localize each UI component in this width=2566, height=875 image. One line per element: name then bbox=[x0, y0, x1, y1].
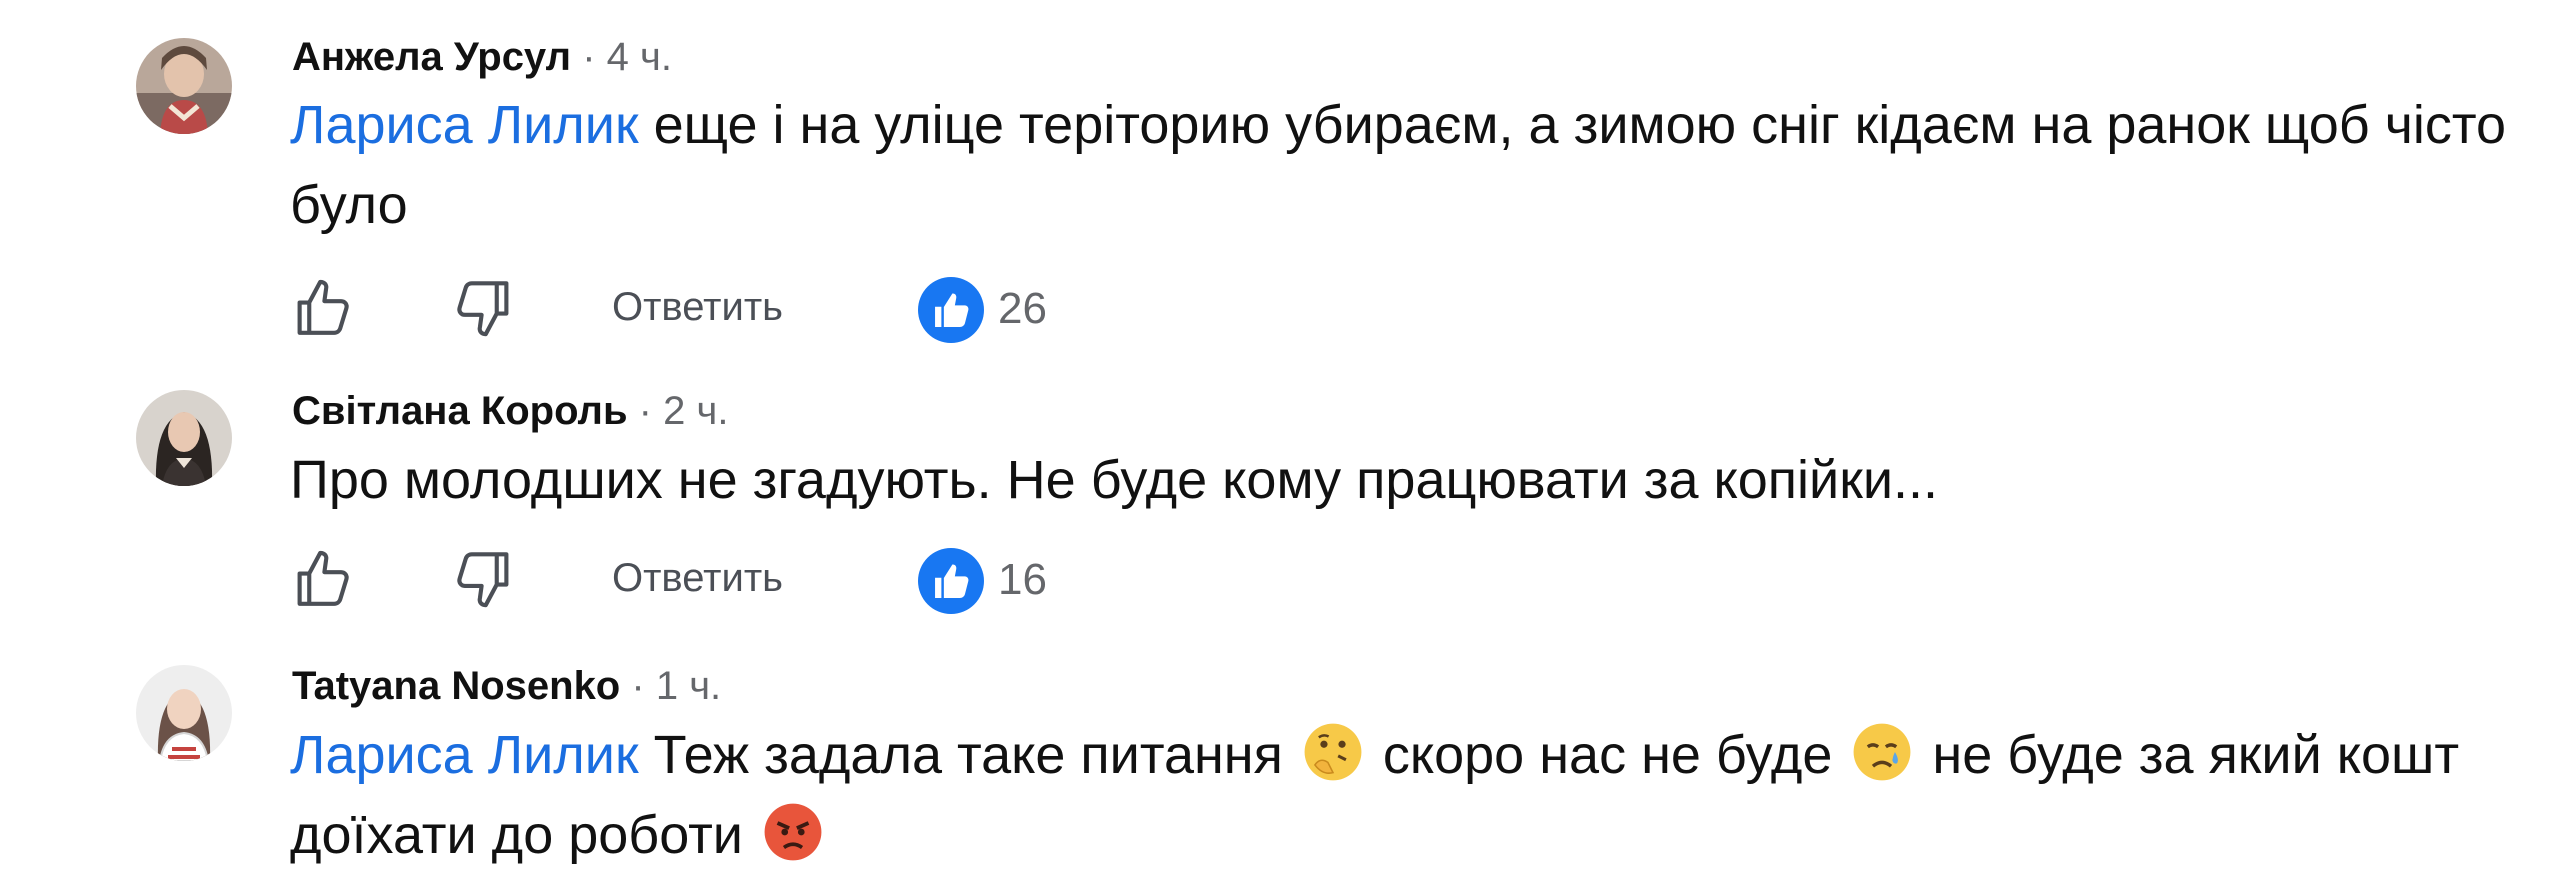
avatar[interactable] bbox=[136, 38, 232, 134]
like-count: 26 bbox=[998, 284, 1047, 333]
like-button[interactable] bbox=[290, 546, 356, 612]
dislike-button[interactable] bbox=[450, 546, 516, 612]
sad-tear-face-emoji bbox=[1854, 723, 1911, 781]
author-name[interactable]: Tatyana Nosenko bbox=[292, 664, 620, 708]
comment-header: Tatyana Nosenko · 1 ч. bbox=[292, 662, 721, 710]
comment-body: Теж задала таке питання bbox=[638, 725, 1298, 785]
comment-text: Лариса Лилик еще і на уліце теріторию уб… bbox=[290, 85, 2530, 245]
like-reaction-icon bbox=[918, 277, 984, 343]
mention-link[interactable]: Лариса Лилик bbox=[290, 725, 639, 785]
thumb-up-icon bbox=[297, 279, 349, 335]
like-count: 16 bbox=[998, 555, 1047, 604]
thumb-up-icon bbox=[297, 550, 349, 606]
author-name[interactable]: Світлана Король bbox=[292, 389, 628, 433]
separator-dot: · bbox=[631, 664, 645, 708]
separator-dot: · bbox=[582, 35, 596, 79]
comment-body: скоро нас не буде bbox=[1367, 725, 1848, 785]
like-button[interactable] bbox=[290, 275, 356, 341]
angry-face-emoji bbox=[764, 803, 822, 861]
thumb-down-icon bbox=[457, 281, 509, 337]
avatar-photo-icon bbox=[136, 665, 232, 761]
avatar-photo-icon bbox=[136, 390, 232, 486]
reply-button[interactable]: Ответить bbox=[612, 554, 783, 602]
like-reaction-icon bbox=[918, 548, 984, 614]
comment-time[interactable]: 1 ч. bbox=[656, 664, 721, 708]
thumb-down-icon bbox=[457, 552, 509, 608]
comment-text: Про молодших не згадують. Не буде кому п… bbox=[290, 440, 2530, 520]
comment-text: Лариса Лилик Теж задала таке питання ско… bbox=[290, 715, 2530, 875]
separator-dot: · bbox=[638, 389, 652, 433]
comment-header: Анжела Урсул · 4 ч. bbox=[292, 33, 672, 81]
dislike-button[interactable] bbox=[450, 275, 516, 341]
avatar-photo-icon bbox=[136, 38, 232, 134]
comment-time[interactable]: 4 ч. bbox=[607, 35, 672, 79]
avatar[interactable] bbox=[136, 665, 232, 761]
comment-header: Світлана Король · 2 ч. bbox=[292, 387, 728, 435]
mention-link[interactable]: Лариса Лилик bbox=[290, 95, 639, 155]
comment-body: Про молодших не згадують. Не буде кому п… bbox=[290, 450, 1939, 510]
avatar[interactable] bbox=[136, 390, 232, 486]
thinking-face-emoji bbox=[1304, 723, 1362, 781]
reply-button[interactable]: Ответить bbox=[612, 283, 783, 331]
comment-time[interactable]: 2 ч. bbox=[663, 389, 728, 433]
author-name[interactable]: Анжела Урсул bbox=[292, 35, 571, 79]
